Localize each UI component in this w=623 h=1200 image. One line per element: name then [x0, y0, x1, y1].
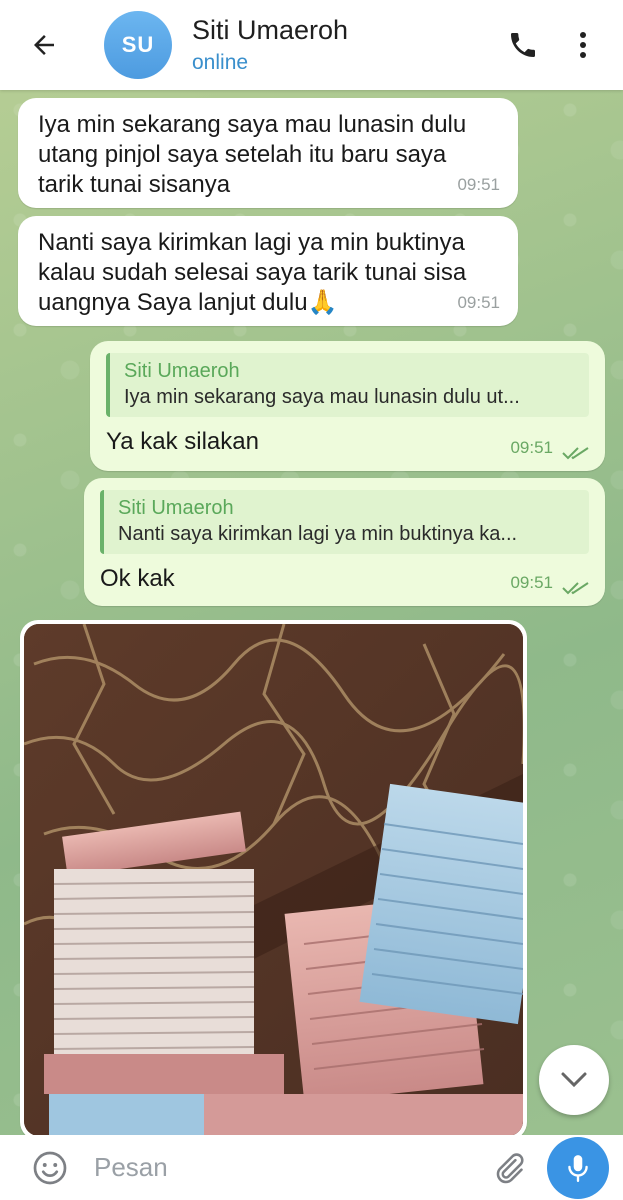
- reply-quote[interactable]: Siti Umaeroh Iya min sekarang saya mau l…: [106, 353, 589, 417]
- message-text-line: tarik tunai sisanya: [38, 171, 231, 198]
- photo-message[interactable]: [20, 620, 527, 1140]
- message-input-bar: [0, 1135, 623, 1200]
- reply-quote-name: Siti Umaeroh: [118, 497, 234, 519]
- double-check-icon: [562, 582, 589, 595]
- message-bubble-incoming[interactable]: Nanti saya kirimkan lagi ya min buktinya…: [18, 216, 518, 326]
- emoji-button[interactable]: [20, 1135, 80, 1200]
- reply-quote[interactable]: Siti Umaeroh Nanti saya kirimkan lagi ya…: [100, 490, 589, 554]
- back-button[interactable]: [14, 0, 74, 90]
- chevron-down-icon: [561, 1072, 587, 1088]
- chat-header: SU Siti Umaeroh online: [0, 0, 623, 90]
- double-check-icon: [562, 447, 589, 460]
- reply-quote-text: Iya min sekarang saya mau lunasin dulu u…: [124, 386, 520, 408]
- message-bubble-outgoing[interactable]: Siti Umaeroh Iya min sekarang saya mau l…: [90, 341, 605, 471]
- message-bubble-incoming[interactable]: Iya min sekarang saya mau lunasin dulu u…: [18, 98, 518, 208]
- message-text-line: Iya min sekarang saya mau lunasin dulu: [38, 111, 467, 138]
- more-options-button[interactable]: [553, 0, 613, 90]
- scroll-to-bottom-button[interactable]: [539, 1045, 609, 1115]
- message-input[interactable]: [80, 1152, 479, 1183]
- avatar[interactable]: SU: [104, 11, 172, 79]
- attach-button[interactable]: [479, 1135, 539, 1200]
- emoji-icon: [33, 1151, 67, 1184]
- photo-money-stacks[interactable]: [24, 624, 523, 1136]
- message-bubble-outgoing[interactable]: Siti Umaeroh Nanti saya kirimkan lagi ya…: [84, 478, 605, 606]
- more-vertical-icon: [580, 32, 586, 58]
- message-time: 09:51: [510, 438, 553, 457]
- contact-status: online: [192, 51, 249, 74]
- message-time: 09:51: [457, 293, 500, 312]
- message-text-line: Nanti saya kirimkan lagi ya min buktinya: [38, 229, 465, 256]
- message-text-line: utang pinjol saya setelah itu baru saya: [38, 141, 447, 168]
- voice-record-button[interactable]: [547, 1136, 609, 1199]
- mic-icon: [568, 1154, 588, 1182]
- message-text-line: kalau sudah selesai saya tarik tunai sis…: [38, 259, 467, 286]
- message-time: 09:51: [457, 175, 500, 194]
- message-time: 09:51: [510, 573, 553, 592]
- message-text-line: uangnya Saya lanjut dulu🙏: [38, 289, 338, 316]
- avatar-initials: SU: [121, 32, 155, 57]
- back-arrow-icon: [34, 35, 54, 55]
- contact-info[interactable]: Siti Umaeroh online: [192, 15, 493, 75]
- contact-name: Siti Umaeroh: [192, 15, 349, 45]
- reply-quote-text: Nanti saya kirimkan lagi ya min buktinya…: [118, 523, 518, 545]
- reply-quote-name: Siti Umaeroh: [124, 360, 240, 382]
- call-button[interactable]: [493, 0, 553, 90]
- photo-illustration: [24, 624, 523, 1136]
- phone-icon: [511, 33, 535, 57]
- attach-icon: [496, 1152, 524, 1183]
